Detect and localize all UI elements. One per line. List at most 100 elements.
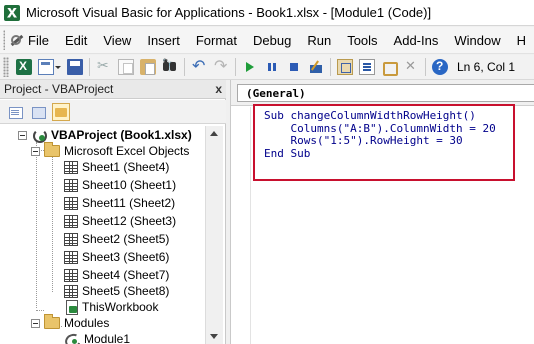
help-icon[interactable] (432, 59, 448, 75)
toolbar-grip[interactable] (3, 57, 9, 77)
worksheet-icon (64, 214, 78, 228)
project-tree: VBAProject (Book1.xlsx) Microsoft Excel … (0, 126, 204, 344)
collapse-toggle-icon[interactable] (18, 130, 27, 140)
menu-run[interactable]: Run (299, 33, 339, 48)
run-icon[interactable] (242, 59, 258, 75)
toolbar-separator (235, 58, 236, 76)
menu-help[interactable]: H (509, 33, 534, 48)
worksheet-icon (64, 160, 78, 174)
worksheet-icon (64, 232, 78, 246)
scroll-up-icon[interactable] (210, 131, 218, 136)
object-dropdown[interactable]: (General) (237, 84, 534, 102)
code-line: Sub changeColumnWidthRowHeight() (264, 109, 476, 122)
toolbox-icon[interactable] (403, 58, 419, 75)
menu-debug[interactable]: Debug (245, 33, 299, 48)
view-object-icon[interactable] (29, 103, 47, 121)
tree-item-label: Sheet10 (Sheet1) (82, 178, 177, 192)
menu-file[interactable]: File (20, 33, 57, 48)
paste-icon[interactable] (140, 59, 156, 75)
toolbar-grip[interactable] (3, 30, 5, 50)
tree-item-label: ThisWorkbook (82, 300, 159, 314)
collapse-toggle-icon[interactable] (31, 146, 40, 156)
tree-item-label: Sheet1 (Sheet4) (82, 160, 170, 174)
tree-item-sheet[interactable]: Sheet11 (Sheet2) (64, 195, 175, 211)
worksheet-icon (64, 250, 78, 264)
view-code-icon[interactable] (6, 103, 24, 121)
tree-item-label: VBAProject (Book1.xlsx) (51, 128, 192, 142)
tree-item-excel-objects[interactable]: Microsoft Excel Objects (31, 142, 190, 159)
code-window-header: (General) (231, 80, 534, 106)
toolbar-separator (184, 58, 185, 76)
tree-item-label: Sheet12 (Sheet3) (82, 214, 177, 228)
module-icon (64, 332, 80, 344)
margin-indicator-bar[interactable] (231, 107, 251, 344)
toolbar-separator (89, 58, 90, 76)
tree-item-sheet[interactable]: Sheet3 (Sheet6) (64, 249, 169, 265)
tree-item-label: Sheet11 (Sheet2) (82, 196, 176, 210)
vbe-menu-icon[interactable] (9, 32, 22, 48)
save-icon[interactable] (67, 59, 83, 75)
toggle-folders-icon[interactable] (52, 102, 70, 121)
project-explorer-icon[interactable] (337, 59, 353, 75)
worksheet-icon (64, 268, 78, 282)
insert-dropdown-arrow-icon[interactable] (55, 59, 62, 75)
tree-item-label: Sheet2 (Sheet5) (82, 232, 170, 246)
menu-add-ins[interactable]: Add-Ins (386, 33, 447, 48)
scroll-down-icon[interactable] (210, 334, 218, 339)
excel-icon (4, 4, 20, 21)
tree-item-sheet[interactable]: Sheet4 (Sheet7) (64, 267, 169, 283)
worksheet-icon (64, 178, 78, 192)
reset-icon[interactable] (286, 59, 302, 75)
tree-item-label: Module1 (84, 332, 131, 344)
tree-item-sheet[interactable]: Sheet5 (Sheet8) (64, 283, 169, 299)
tree-item-label: Sheet4 (Sheet7) (82, 268, 170, 282)
menu-window[interactable]: Window (446, 33, 508, 48)
tree-item-sheet[interactable]: Sheet10 (Sheet1) (64, 177, 176, 193)
menu-view[interactable]: View (95, 33, 139, 48)
folder-icon (44, 142, 60, 157)
code-editor[interactable]: Sub changeColumnWidthRowHeight() Columns… (231, 104, 534, 344)
project-tree-scrollbar[interactable] (205, 126, 223, 344)
tree-item-module1[interactable]: Module1 (64, 331, 130, 344)
view-excel-icon[interactable] (16, 59, 32, 75)
cursor-position: Ln 6, Col 1 (457, 60, 516, 74)
tree-item-sheet[interactable]: Sheet2 (Sheet5) (64, 231, 169, 247)
tree-item-thisworkbook[interactable]: ThisWorkbook (64, 299, 158, 315)
undo-icon[interactable] (191, 56, 207, 76)
menu-tools[interactable]: Tools (339, 33, 385, 48)
tree-item-sheet[interactable]: Sheet12 (Sheet3) (64, 213, 176, 229)
properties-icon[interactable] (359, 59, 375, 75)
object-browser-icon[interactable] (381, 59, 398, 76)
copy-icon[interactable] (118, 59, 134, 75)
tree-item-modules[interactable]: Modules (31, 314, 109, 331)
tree-item-label: Microsoft Excel Objects (64, 144, 190, 158)
folder-icon (44, 314, 60, 329)
project-explorer: Project - VBAProject x VBAProject (Book1… (0, 80, 226, 344)
standard-toolbar: Ln 6, Col 1 (0, 55, 534, 80)
tree-item-label: Sheet3 (Sheet6) (82, 250, 170, 264)
tree-item-vbaproject[interactable]: VBAProject (Book1.xlsx) (18, 127, 192, 143)
collapse-toggle-icon[interactable] (31, 318, 40, 328)
tree-connector (36, 310, 44, 311)
workbook-icon (64, 300, 78, 315)
redo-icon[interactable] (213, 56, 229, 76)
design-mode-icon[interactable] (308, 59, 324, 75)
menu-edit[interactable]: Edit (57, 33, 95, 48)
title-bar: Microsoft Visual Basic for Applications … (0, 0, 534, 26)
cut-icon[interactable] (96, 57, 112, 75)
code-text[interactable]: Sub changeColumnWidthRowHeight() Columns… (264, 109, 496, 160)
menu-format[interactable]: Format (188, 33, 245, 48)
close-icon[interactable]: x (215, 83, 222, 95)
vbaproject-icon (31, 127, 47, 143)
window-title: Microsoft Visual Basic for Applications … (26, 5, 432, 20)
insert-userform-icon[interactable] (38, 59, 54, 75)
project-explorer-header: Project - VBAProject x (0, 80, 226, 99)
tree-item-label: Sheet5 (Sheet8) (82, 284, 170, 298)
menu-insert[interactable]: Insert (139, 33, 188, 48)
menu-bar: File Edit View Insert Format Debug Run T… (0, 27, 534, 54)
break-icon[interactable] (264, 59, 280, 75)
tree-item-sheet[interactable]: Sheet1 (Sheet4) (64, 159, 169, 175)
find-icon[interactable] (162, 58, 178, 75)
code-line: Rows("1:5").RowHeight = 30 (264, 134, 463, 147)
project-explorer-title: Project - VBAProject (4, 82, 114, 96)
